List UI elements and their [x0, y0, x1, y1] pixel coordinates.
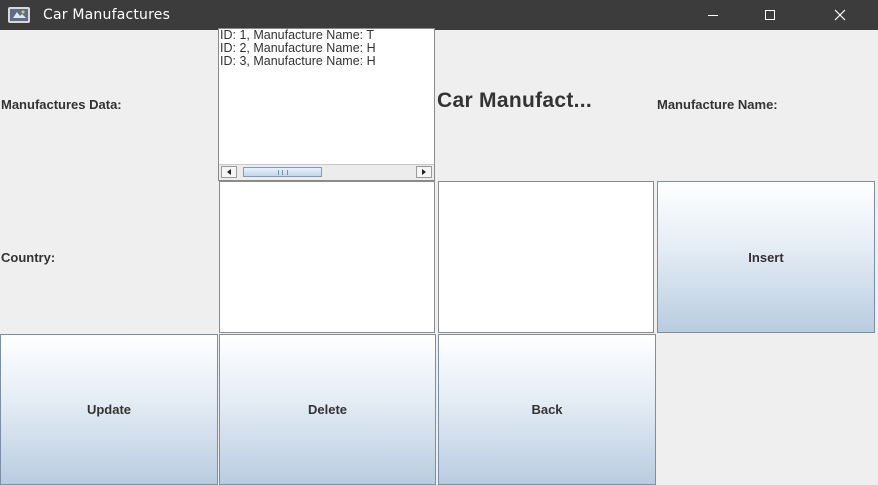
back-button-label: Back [531, 402, 563, 417]
car-manufactures-window: Car Manufactures Manufactures Data: ID: … [0, 0, 878, 485]
arrow-left-icon [227, 169, 231, 175]
insert-button[interactable]: Insert [657, 181, 875, 333]
delete-button-label: Delete [307, 402, 348, 417]
minimize-button[interactable] [690, 0, 736, 30]
close-icon [834, 9, 846, 21]
horizontal-scrollbar[interactable] [219, 164, 434, 180]
scroll-right-button[interactable] [416, 166, 432, 178]
manufactures-list[interactable]: ID: 1, Manufacture Name: T ID: 2, Manufa… [218, 28, 435, 181]
country-label: Country: [1, 250, 56, 265]
maximize-icon [765, 10, 775, 20]
update-button-label: Update [86, 402, 132, 417]
back-button[interactable]: Back [438, 334, 656, 485]
manufactures-data-label: Manufactures Data: [1, 97, 122, 112]
close-button[interactable] [817, 0, 863, 30]
list-item[interactable]: ID: 3, Manufacture Name: H [219, 55, 434, 68]
scrollbar-thumb[interactable] [243, 167, 322, 177]
scroll-left-button[interactable] [221, 166, 237, 178]
delete-button[interactable]: Delete [219, 334, 436, 485]
manufacture-name-field[interactable] [438, 181, 654, 333]
minimize-icon [708, 15, 718, 16]
update-button[interactable]: Update [0, 334, 218, 485]
maximize-button[interactable] [747, 0, 793, 30]
window-title: Car Manufactures [43, 7, 171, 23]
manufacture-name-label: Manufacture Name: [657, 97, 778, 112]
country-field[interactable] [219, 181, 435, 333]
title-bar[interactable]: Car Manufactures [0, 0, 878, 30]
insert-button-label: Insert [748, 249, 784, 265]
java-app-icon [8, 7, 30, 23]
page-title: Car Manufact... [437, 89, 593, 112]
grip-icon [277, 169, 288, 175]
arrow-right-icon [422, 169, 426, 175]
